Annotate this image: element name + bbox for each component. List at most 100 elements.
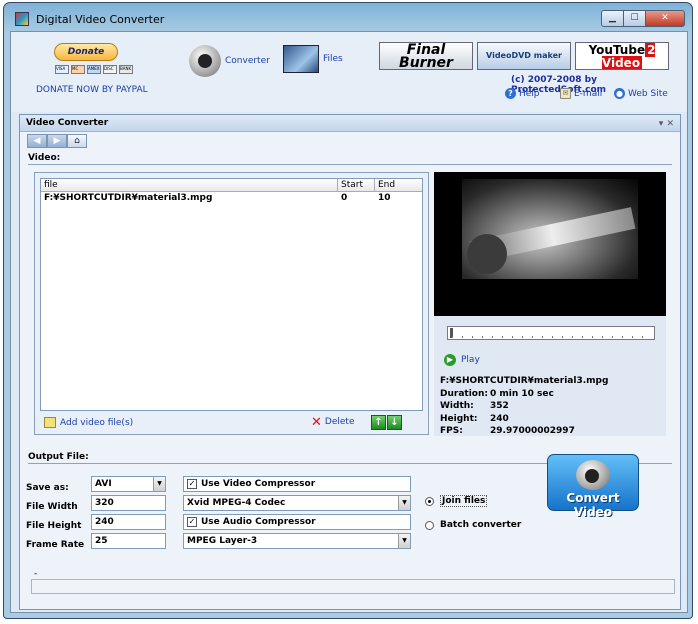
row-start: 0 <box>341 193 348 203</box>
mail-icon: ✉ <box>560 88 571 99</box>
help-link[interactable]: ? Help <box>505 88 540 99</box>
info-value: 29.97000002997 <box>490 426 575 437</box>
file-height-input[interactable]: 240 <box>91 514 166 530</box>
panel-toolbar: ◀ ▶ ⌂ <box>27 134 87 148</box>
seek-slider[interactable] <box>447 326 655 340</box>
move-down-icon[interactable]: ↓ <box>387 415 402 430</box>
email-label: E-mail <box>574 88 603 99</box>
file-width-input[interactable]: 320 <box>91 495 166 511</box>
website-link[interactable]: ● Web Site <box>614 88 668 99</box>
maximize-button[interactable]: ☐ <box>623 10 646 27</box>
amex-card-icon: AMEX <box>87 65 101 74</box>
save-as-select[interactable]: AVI ▼ <box>91 476 166 492</box>
checkbox-icon: ✓ <box>187 478 197 489</box>
video-converter-panel: Video Converter ▾ ✕ ◀ ▶ ⌂ Video: file St… <box>19 114 681 610</box>
video-preview: ▶ Play F:¥SHORTCUTDIR¥material3.mpg Dura… <box>434 172 666 436</box>
forward-button[interactable]: ▶ <box>47 134 67 148</box>
info-value: 352 <box>490 401 509 412</box>
info-fps: FPS: 29.97000002997 <box>440 426 608 439</box>
delete-link[interactable]: ✕ Delete <box>311 414 354 430</box>
client-area: Donate VISA MC AMEX DISC BANK DONATE NOW… <box>10 31 688 613</box>
use-audio-label: Use Audio Compressor <box>201 517 316 527</box>
use-audio-compressor-checkbox[interactable]: ✓ Use Audio Compressor <box>183 514 411 530</box>
home-button[interactable]: ⌂ <box>67 134 87 148</box>
join-files-label: Join files <box>440 495 488 507</box>
batch-converter-radio[interactable]: Batch converter <box>425 520 521 530</box>
minimize-button[interactable]: ▁ <box>601 10 624 27</box>
nav-converter-label: Converter <box>225 56 270 66</box>
help-icon: ? <box>505 88 516 99</box>
chevron-down-icon[interactable]: ▼ <box>153 477 165 491</box>
play-button[interactable]: ▶ Play <box>444 354 480 366</box>
frame-rate-label: Frame Rate <box>26 540 85 550</box>
status-text: - <box>34 569 38 579</box>
yt-suffix: converter <box>589 69 655 70</box>
film-reel-icon <box>576 460 610 490</box>
close-button[interactable]: ✕ <box>645 10 685 27</box>
audio-codec-select[interactable]: MPEG Layer-3 ▼ <box>183 533 411 549</box>
filelist-frame: file Start End F:¥SHORTCUTDIR¥material3.… <box>34 172 429 435</box>
info-value: 0 min 10 sec <box>490 388 554 399</box>
chevron-down-icon[interactable]: ▼ <box>398 534 410 548</box>
video-codec-value: Xvid MPEG-4 Codec <box>187 498 286 508</box>
info-duration: Duration: 0 min 10 sec <box>440 389 608 402</box>
nav-files[interactable]: Files <box>283 45 343 73</box>
play-icon: ▶ <box>444 354 456 366</box>
final-burner-banner[interactable]: Final Burner <box>379 42 473 70</box>
batch-converter-label: Batch converter <box>440 520 522 530</box>
use-video-compressor-checkbox[interactable]: ✓ Use Video Compressor <box>183 476 411 492</box>
payment-cards: VISA MC AMEX DISC BANK <box>55 65 133 74</box>
info-key: Duration: <box>440 388 488 399</box>
join-files-radio[interactable]: Join files <box>425 495 488 507</box>
table-row[interactable]: F:¥SHORTCUTDIR¥material3.mpg 0 10 <box>41 192 422 205</box>
video-info: F:¥SHORTCUTDIR¥material3.mpg Duration: 0 … <box>440 376 608 439</box>
audio-codec-value: MPEG Layer-3 <box>187 536 258 546</box>
file-height-label: File Height <box>26 521 82 531</box>
use-video-label: Use Video Compressor <box>201 479 316 489</box>
back-button[interactable]: ◀ <box>27 134 47 148</box>
checkbox-icon: ✓ <box>187 516 197 527</box>
info-key: Width: <box>440 401 474 412</box>
video-section-divider <box>28 164 672 165</box>
save-as-value: AVI <box>95 479 112 489</box>
video-dvd-banner[interactable]: VideoDVD maker pro <box>477 42 571 70</box>
panel-controls[interactable]: ▾ ✕ <box>659 116 674 132</box>
add-video-files-link[interactable]: Add video file(s) <box>44 417 133 428</box>
window-title: Digital Video Converter <box>36 13 165 26</box>
col-file-header[interactable]: file <box>41 179 338 191</box>
files-icon <box>283 45 319 73</box>
play-label: Play <box>461 355 480 365</box>
frame-rate-input[interactable]: 25 <box>91 533 166 549</box>
video-frame-image <box>462 179 638 279</box>
info-key: Height: <box>440 413 478 424</box>
radio-selected-icon <box>425 496 434 506</box>
move-up-icon[interactable]: ↑ <box>371 415 386 430</box>
globe-icon: ● <box>614 88 625 99</box>
app-icon <box>15 12 29 26</box>
add-video-label: Add video file(s) <box>60 417 134 428</box>
video-display <box>434 172 666 316</box>
email-link[interactable]: ✉ E-mail <box>560 88 602 99</box>
col-end-header[interactable]: End <box>375 179 422 191</box>
file-list[interactable]: file Start End F:¥SHORTCUTDIR¥material3.… <box>40 178 423 411</box>
website-label: Web Site <box>628 88 668 99</box>
row-file: F:¥SHORTCUTDIR¥material3.mpg <box>44 193 213 203</box>
info-height: Height: 240 <box>440 414 608 427</box>
convert-video-button[interactable]: Convert Video <box>547 454 639 519</box>
chevron-down-icon[interactable]: ▼ <box>398 496 410 510</box>
donate-paypal-link[interactable]: DONATE NOW BY PAYPAL <box>36 85 148 95</box>
delete-icon: ✕ <box>311 414 322 430</box>
video-codec-select[interactable]: Xvid MPEG-4 Codec ▼ <box>183 495 411 511</box>
col-start-header[interactable]: Start <box>338 179 375 191</box>
title-bar[interactable]: Digital Video Converter ▁ ☐ ✕ <box>4 3 692 31</box>
yt-prefix: YouTube <box>588 43 646 57</box>
mastercard-icon: MC <box>71 65 85 74</box>
info-key: FPS: <box>440 426 463 437</box>
nav-converter[interactable]: Converter <box>189 45 270 77</box>
donate-button[interactable]: Donate <box>54 43 118 61</box>
file-width-label: File Width <box>26 502 78 512</box>
nav-files-label: Files <box>323 54 343 64</box>
youtube-converter-banner[interactable]: YouTube2 Video converter <box>575 42 669 70</box>
reorder-buttons: ↑ ↓ <box>371 415 402 430</box>
list-header: file Start End <box>41 179 422 192</box>
